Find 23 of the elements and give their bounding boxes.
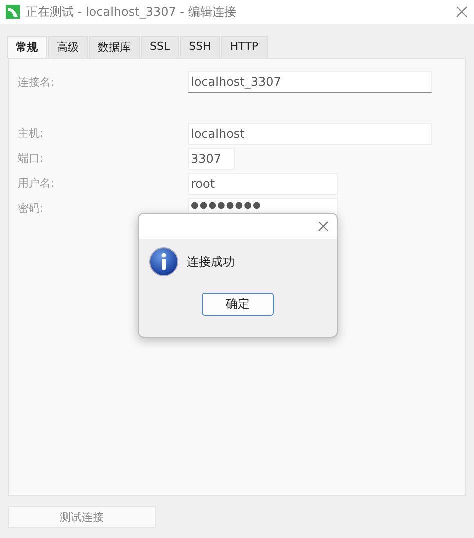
input-field[interactable]: localhost (188, 122, 432, 144)
field-label: 密码: (17, 201, 45, 216)
close-icon[interactable] (318, 221, 329, 232)
field-label: 端口: (17, 151, 45, 166)
tab[interactable]: 高级 (48, 36, 88, 58)
field-label: 连接名: (17, 74, 56, 90)
input-field[interactable]: localhost_3307 (188, 71, 432, 93)
field-label: 用户名: (17, 176, 56, 191)
tab[interactable]: SSH (180, 36, 220, 58)
tab[interactable]: 常规 (7, 36, 47, 58)
info-icon (149, 247, 179, 277)
ok-button[interactable]: 确定 (202, 293, 274, 316)
input-field[interactable]: root (188, 172, 338, 194)
field-label: 主机: (17, 126, 45, 141)
window-title: 正在测试 - localhost_3307 - 编辑连接 (26, 4, 238, 20)
close-icon[interactable] (456, 6, 468, 18)
tab[interactable]: 数据库 (89, 36, 140, 58)
input-field[interactable]: 3307 (188, 148, 235, 170)
dialog-message: 连接成功 (187, 254, 235, 270)
tab[interactable]: SSL (141, 36, 180, 58)
app-logo-icon (6, 5, 20, 19)
tab[interactable]: HTTP (221, 36, 268, 58)
test-connection-button[interactable]: 测试连接 (8, 506, 156, 528)
